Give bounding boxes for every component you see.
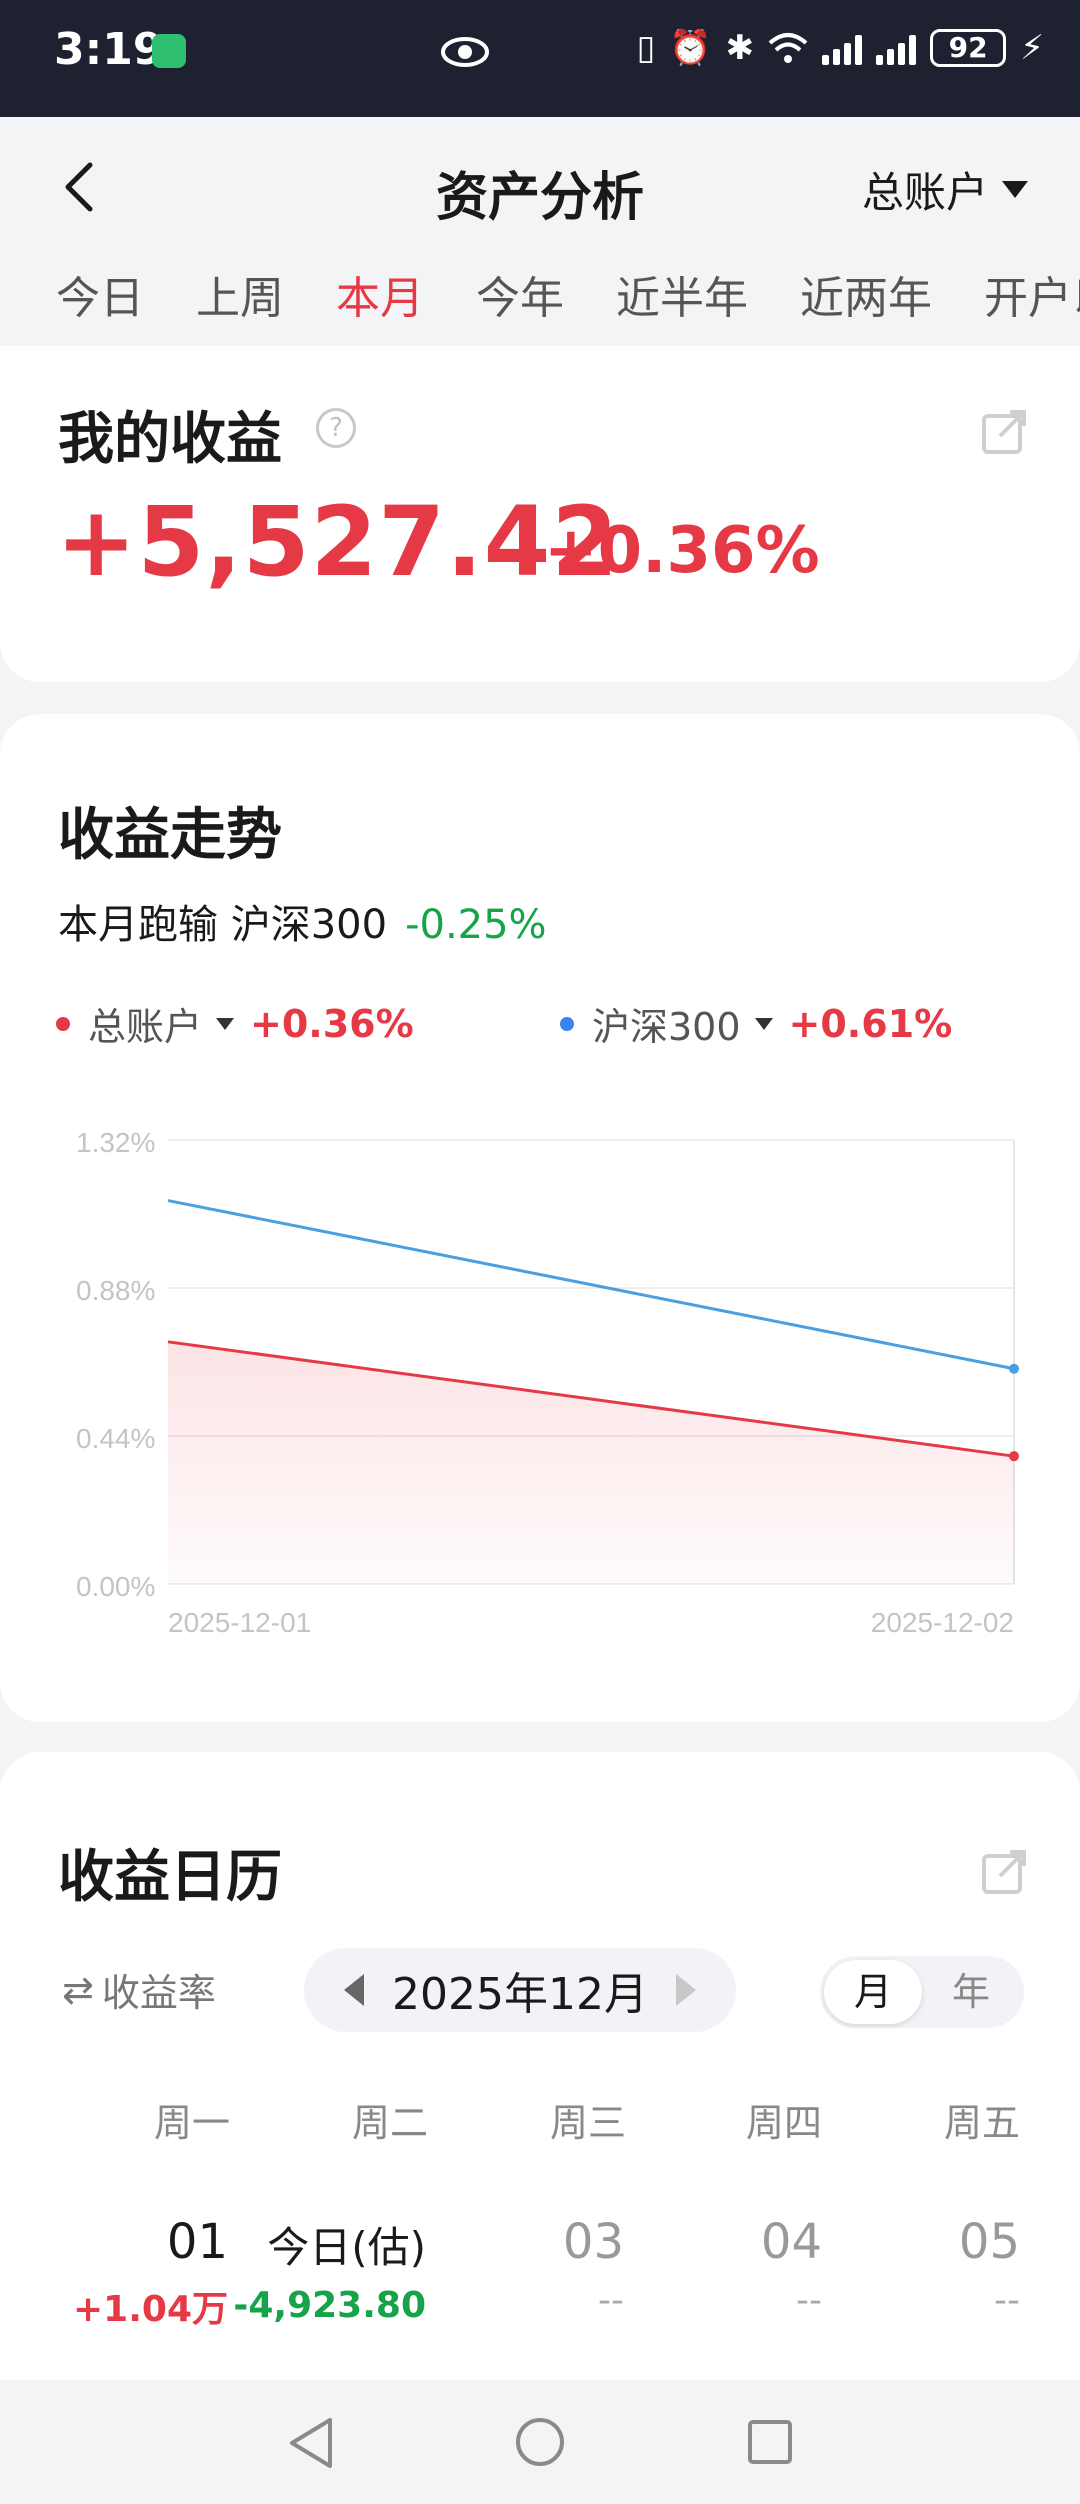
alarm-icon: ⏰ bbox=[669, 28, 712, 68]
day-number: 05 bbox=[958, 2214, 1020, 2270]
profit-card: 我的收益 ? +5,527.42 +0.36% bbox=[0, 346, 1080, 682]
y-tick-label: 0.00% bbox=[76, 1571, 155, 1602]
calendar-title: 收益日历 bbox=[58, 1845, 282, 1910]
eye-icon bbox=[441, 37, 489, 67]
day-number: 04 bbox=[760, 2214, 822, 2270]
series-line-benchmark bbox=[167, 1199, 1015, 1371]
x-tick-label: 2025-12-01 bbox=[168, 1607, 311, 1638]
signal-2-icon bbox=[876, 31, 917, 65]
calendar-day-today[interactable]: 今日(估) -4,923.80 bbox=[226, 2214, 426, 2326]
nav-back-icon[interactable] bbox=[286, 2416, 336, 2470]
day-number: 01 bbox=[166, 2214, 228, 2270]
tab-this-month[interactable]: 本月 bbox=[336, 262, 424, 326]
calendar-day[interactable]: 04 -- bbox=[622, 2214, 822, 2321]
tab-this-year[interactable]: 今年 bbox=[476, 262, 564, 326]
y-tick-label: 0.88% bbox=[76, 1275, 155, 1306]
day-profit: -- bbox=[796, 2280, 822, 2321]
series-point-benchmark bbox=[1009, 1363, 1019, 1374]
system-nav-bar bbox=[0, 2380, 1080, 2504]
trend-chart: 1.32% 0.88% 0.44% 0.00% 2025-12-01 2025-12-02 bbox=[76, 1127, 1019, 1638]
dropdown-arrow-icon bbox=[1002, 181, 1028, 198]
month-label: 2025年12月 bbox=[392, 1969, 648, 2020]
app-notification-icon bbox=[152, 34, 186, 68]
series-area-account bbox=[168, 1341, 1014, 1584]
weekday-label: 周四 bbox=[745, 2101, 822, 2145]
nfc-icon: ▯ bbox=[636, 28, 656, 68]
weekday-label: 周一 bbox=[153, 2101, 230, 2145]
day-profit: -4,923.80 bbox=[233, 2285, 426, 2326]
header: 资产分析 总账户 今日 上周 本月 今年 近半年 近两年 开户以来 bbox=[0, 117, 1080, 354]
help-icon[interactable]: ? bbox=[316, 408, 356, 448]
calendar-day[interactable]: 05 -- bbox=[820, 2214, 1020, 2321]
day-profit: -- bbox=[994, 2280, 1020, 2321]
status-bar: 3:19 ▯ ⏰ ✱ 92 ⚡ bbox=[0, 0, 1080, 117]
month-navigator: 2025年12月 bbox=[304, 1948, 736, 2032]
account-selector[interactable]: 总账户 bbox=[862, 159, 1028, 220]
wifi-icon bbox=[768, 33, 808, 63]
period-tabs: 今日 上周 本月 今年 近半年 近两年 开户以来 bbox=[56, 262, 1080, 326]
bluetooth-icon: ✱ bbox=[725, 28, 755, 68]
period-switch: 月 年 bbox=[820, 1956, 1024, 2028]
tab-two-years[interactable]: 近两年 bbox=[800, 262, 932, 326]
account-label: 总账户 bbox=[861, 168, 988, 217]
y-tick-label: 1.32% bbox=[76, 1127, 155, 1158]
period-month-option[interactable]: 月 bbox=[824, 1960, 922, 2024]
tab-last-week[interactable]: 上周 bbox=[196, 262, 284, 326]
share-icon[interactable] bbox=[980, 1848, 1028, 1896]
day-profit: -- bbox=[598, 2280, 624, 2321]
day-profit: +1.04万 bbox=[73, 2289, 228, 2330]
day-number: 03 bbox=[562, 2214, 624, 2270]
x-tick-label: 2025-12-02 bbox=[871, 1607, 1014, 1638]
swap-icon: ⇄ bbox=[62, 1967, 94, 2012]
y-tick-label: 0.44% bbox=[76, 1423, 155, 1454]
prev-month-icon[interactable] bbox=[344, 1974, 365, 2006]
tab-today[interactable]: 今日 bbox=[56, 262, 144, 326]
nav-recents-icon[interactable] bbox=[746, 2418, 794, 2466]
profit-percent: +0.36% bbox=[544, 514, 820, 588]
trend-card: 收益走势 本月跑输 沪深300 -0.25% 总账户 +0.36% 沪深300 +… bbox=[0, 714, 1080, 1722]
rate-toggle[interactable]: ⇄ 收益率 bbox=[62, 1962, 216, 2017]
status-time: 3:19 bbox=[54, 24, 164, 75]
period-year-option[interactable]: 年 bbox=[922, 1960, 1020, 2024]
calendar-day[interactable]: 01 +1.04万 bbox=[28, 2214, 228, 2332]
weekday-label: 周五 bbox=[943, 2101, 1020, 2145]
day-number: 今日(估) bbox=[267, 2223, 426, 2272]
profit-amount: +5,527.42 bbox=[56, 486, 620, 598]
series-point-account bbox=[1009, 1451, 1019, 1462]
profit-title: 我的收益 bbox=[58, 407, 282, 472]
rate-toggle-label: 收益率 bbox=[101, 1971, 216, 2015]
weekday-label: 周二 bbox=[351, 2101, 428, 2145]
next-month-icon[interactable] bbox=[675, 1974, 696, 2006]
calendar-day[interactable]: 03 -- bbox=[424, 2214, 624, 2321]
charging-icon: ⚡ bbox=[1020, 28, 1044, 68]
tab-since-opening[interactable]: 开户以来 bbox=[984, 262, 1080, 326]
nav-home-icon[interactable] bbox=[514, 2416, 566, 2468]
battery-icon: 92 bbox=[930, 29, 1007, 67]
tab-half-year[interactable]: 近半年 bbox=[616, 262, 748, 326]
share-icon[interactable] bbox=[980, 408, 1028, 456]
signal-1-icon bbox=[822, 31, 863, 65]
weekday-label: 周三 bbox=[549, 2101, 626, 2145]
